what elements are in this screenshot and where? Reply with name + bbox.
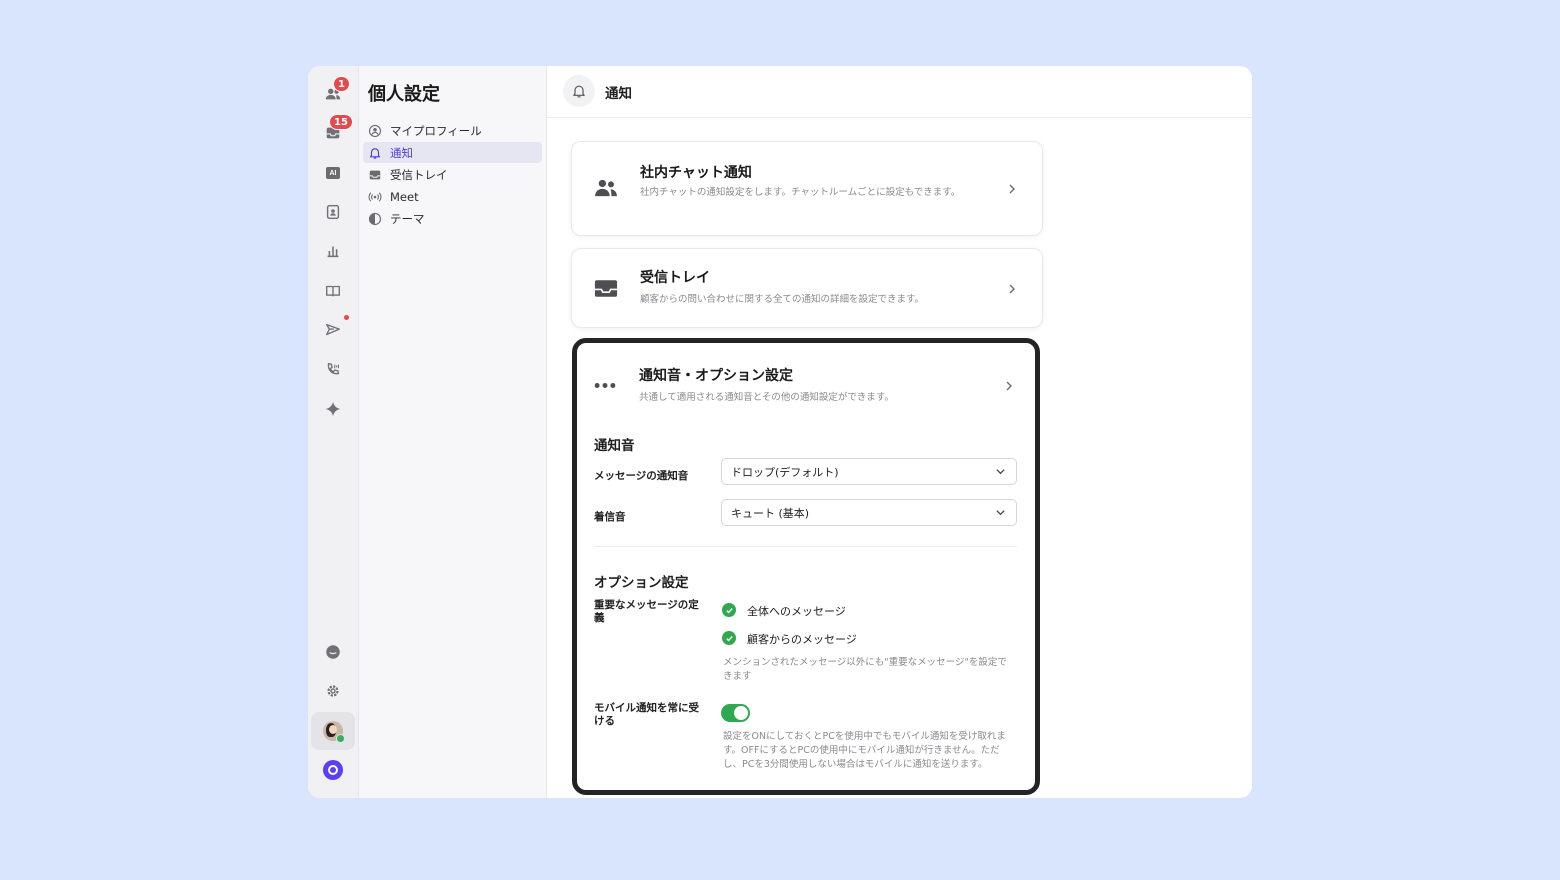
mobile-notification-label: モバイル通知を常に受ける bbox=[594, 702, 699, 727]
contact-book-nav[interactable] bbox=[319, 198, 347, 226]
nav-item-label: テーマ bbox=[390, 211, 425, 226]
theme-icon bbox=[368, 212, 382, 225]
chevron-down-icon bbox=[996, 469, 1005, 475]
knowledge-nav[interactable] bbox=[319, 277, 347, 305]
users-icon bbox=[592, 174, 620, 202]
more-icon bbox=[591, 371, 619, 399]
call-nav[interactable] bbox=[319, 356, 347, 384]
section-divider bbox=[594, 546, 1017, 547]
book-icon bbox=[326, 285, 340, 297]
profile-avatar-button[interactable] bbox=[311, 712, 355, 750]
header-bell-badge bbox=[563, 75, 595, 107]
internal-chat-notification-card[interactable]: 社内チャット通知 社内チャットの通知設定をします。チャットルームごとに設定もでき… bbox=[571, 141, 1043, 236]
settings-sidebar: 個人設定 マイプロフィール 通知 受信トレイ Meet テーマ bbox=[359, 66, 547, 798]
page-title: 通知 bbox=[605, 86, 632, 102]
sparkle-nav[interactable] bbox=[319, 395, 347, 423]
message-sound-select[interactable]: ドロップ(デフォルト) bbox=[721, 458, 1017, 485]
settings-nav-button[interactable] bbox=[319, 677, 347, 705]
bell-icon bbox=[573, 85, 585, 98]
mobile-notification-help: 設定をONにしておくとPCを使用中でもモバイル通知を受け取れます。OFFにすると… bbox=[723, 731, 1006, 770]
sparkle-icon bbox=[325, 401, 341, 417]
card-title: 通知音・オプション設定 bbox=[639, 368, 793, 384]
campaign-nav[interactable] bbox=[319, 315, 349, 344]
bar-chart-icon bbox=[327, 246, 339, 258]
nav-item-label: マイプロフィール bbox=[390, 123, 482, 138]
inbox-icon bbox=[369, 170, 381, 179]
inbox-icon bbox=[592, 274, 620, 302]
phone-icon bbox=[327, 363, 340, 375]
settings-title: 個人設定 bbox=[368, 84, 440, 105]
check-icon bbox=[725, 607, 733, 614]
online-status-dot bbox=[336, 734, 345, 743]
campaign-dot bbox=[344, 315, 349, 320]
main-header: 通知 bbox=[547, 66, 1252, 118]
app-window: 1 15 AI 個人設定 マイプロフィール 通知 受信トレイ Meet テーマ … bbox=[308, 66, 1252, 798]
ringtone-label: 着信音 bbox=[594, 511, 626, 523]
bell-icon bbox=[369, 147, 381, 159]
nav-item-meet[interactable]: Meet bbox=[363, 186, 542, 207]
brand-logo-icon bbox=[323, 760, 343, 780]
nav-item-notifications[interactable]: 通知 bbox=[363, 142, 542, 163]
important-message-help: メンションされたメッセージ以外にも"重要なメッセージ"を設定できます bbox=[723, 657, 1007, 682]
gear-icon bbox=[327, 685, 339, 697]
user-circle-icon bbox=[368, 124, 382, 137]
card-description: 共通して適用される通知音とその他の通知設定ができます。 bbox=[639, 392, 894, 403]
card-description: 社内チャットの通知設定をします。チャットルームごとに設定もできます。 bbox=[640, 187, 961, 198]
contacts-badge: 1 bbox=[333, 76, 350, 92]
main-content: 通知 社内チャット通知 社内チャットの通知設定をします。チャットルームごとに設定… bbox=[547, 66, 1252, 798]
sound-section-title: 通知音 bbox=[594, 438, 635, 454]
inbox-notification-card[interactable]: 受信トレイ 顧客からの問い合わせに関する全ての通知の詳細を設定できます。 bbox=[571, 248, 1043, 328]
checkbox-all-messages-label: 全体へのメッセージ bbox=[747, 605, 846, 618]
chevron-right-icon bbox=[1006, 381, 1012, 391]
message-sound-value: ドロップ(デフォルト) bbox=[731, 465, 839, 479]
icon-rail: 1 15 AI bbox=[308, 66, 359, 798]
analytics-nav[interactable] bbox=[319, 237, 347, 265]
nav-item-theme[interactable]: テーマ bbox=[363, 208, 542, 229]
ai-nav[interactable]: AI bbox=[319, 159, 347, 187]
mobile-notification-toggle[interactable] bbox=[721, 704, 750, 722]
chevron-right-icon bbox=[1009, 284, 1015, 294]
chevron-down-icon bbox=[996, 510, 1005, 516]
ringtone-select[interactable]: キュート (基本) bbox=[721, 499, 1017, 526]
sound-options-card: 通知音・オプション設定 共通して適用される通知音とその他の通知設定ができます。 … bbox=[572, 338, 1040, 795]
inbox-nav[interactable]: 15 bbox=[319, 114, 353, 147]
chat-bubble-icon bbox=[326, 645, 340, 659]
nav-item-inbox[interactable]: 受信トレイ bbox=[363, 164, 542, 185]
inbox-badge: 15 bbox=[329, 114, 353, 130]
sound-options-card-header[interactable]: 通知音・オプション設定 共通して適用される通知音とその他の通知設定ができます。 bbox=[577, 343, 1035, 413]
broadcast-icon bbox=[368, 191, 382, 202]
toggle-knob bbox=[734, 706, 748, 720]
message-sound-label: メッセージの通知音 bbox=[594, 470, 689, 482]
options-section-title: オプション設定 bbox=[594, 575, 689, 591]
nav-item-label: 受信トレイ bbox=[390, 167, 448, 182]
ai-icon: AI bbox=[326, 167, 340, 179]
brand-logo-button[interactable] bbox=[319, 756, 347, 784]
checkbox-all-messages[interactable] bbox=[722, 603, 736, 617]
important-message-label: 重要なメッセージの定義 bbox=[594, 599, 699, 624]
card-title: 社内チャット通知 bbox=[640, 165, 752, 181]
checkbox-customer-messages-label: 顧客からのメッセージ bbox=[747, 633, 857, 646]
contact-card-icon bbox=[326, 204, 340, 220]
nav-item-label: Meet bbox=[390, 189, 419, 204]
ringtone-value: キュート (基本) bbox=[731, 506, 810, 520]
contacts-nav[interactable]: 1 bbox=[319, 76, 350, 108]
nav-item-my-profile[interactable]: マイプロフィール bbox=[363, 120, 542, 141]
support-nav[interactable] bbox=[319, 638, 347, 666]
send-icon bbox=[326, 323, 340, 336]
card-description: 顧客からの問い合わせに関する全ての通知の詳細を設定できます。 bbox=[640, 294, 925, 305]
card-title: 受信トレイ bbox=[640, 270, 710, 286]
checkbox-customer-messages[interactable] bbox=[722, 631, 736, 645]
nav-item-label: 通知 bbox=[390, 145, 413, 160]
chevron-right-icon bbox=[1009, 184, 1015, 194]
check-icon bbox=[725, 635, 733, 642]
avatar bbox=[323, 721, 345, 743]
